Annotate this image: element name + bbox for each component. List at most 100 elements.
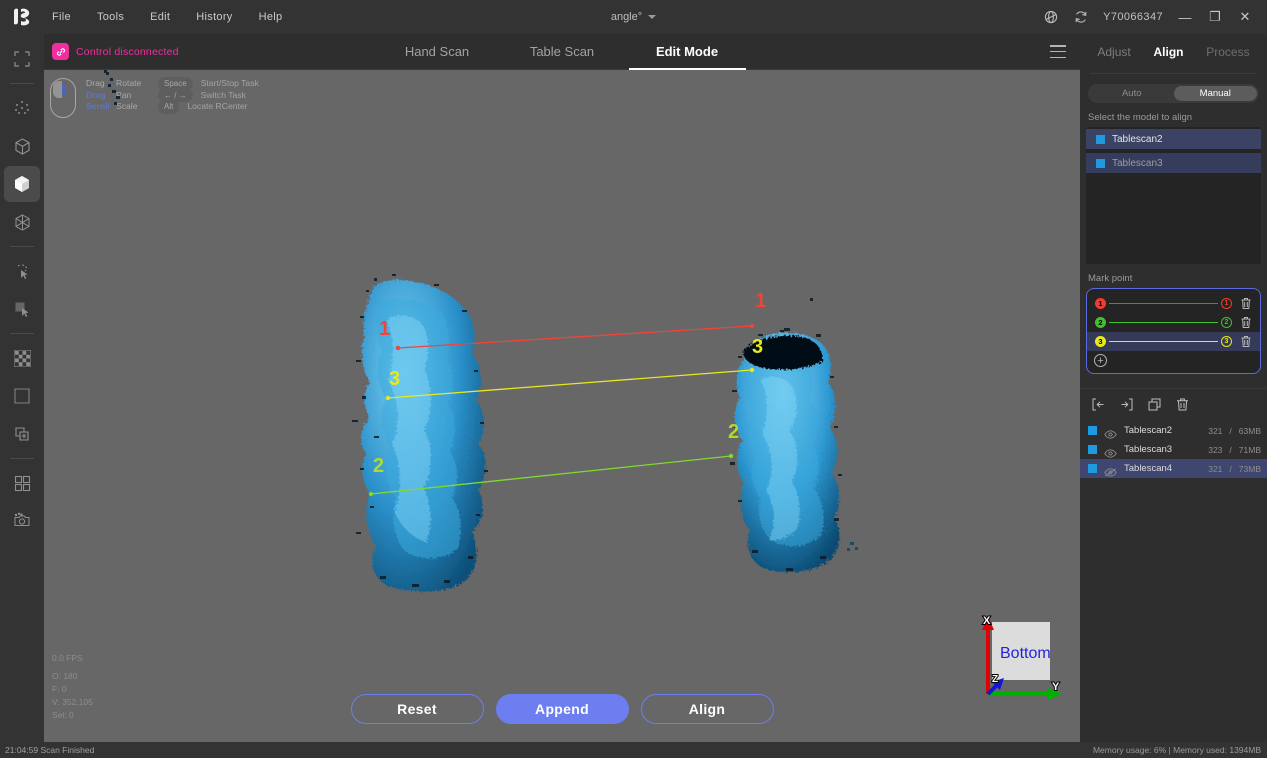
file-name: Tablescan2 — [1124, 425, 1173, 436]
stat-objects: O: 180 — [52, 671, 78, 681]
mark-point-row-1[interactable]: 1 1 — [1087, 294, 1260, 313]
file-row-tablescan4[interactable]: Tablescan4 321 / 73MB — [1080, 459, 1267, 478]
rect-select-icon[interactable] — [4, 291, 40, 327]
mark-point-3-left[interactable] — [385, 395, 391, 401]
scan-floater-specks — [106, 72, 120, 105]
file-count: 321 — [1208, 463, 1223, 474]
mesh-cube-icon[interactable] — [4, 204, 40, 240]
append-button[interactable]: Append — [495, 694, 629, 724]
status-bar: 21:04:59 Scan Finished Memory usage: 6% … — [0, 742, 1267, 758]
bounding-box-icon[interactable] — [4, 378, 40, 414]
axis-gizmo[interactable]: X Y Z Bottom — [964, 608, 1064, 704]
wireframe-cube-icon[interactable] — [4, 128, 40, 164]
color-swatch-icon — [1096, 134, 1105, 144]
reset-button[interactable]: Reset — [350, 694, 484, 724]
main-tabs: Hand Scan Table Scan Edit Mode — [44, 34, 1080, 70]
solid-cube-icon[interactable] — [4, 166, 40, 202]
color-swatch-icon — [1088, 426, 1097, 435]
chevron-down-icon — [648, 15, 657, 19]
mark-label-2-right: 2 — [728, 421, 739, 443]
export-icon[interactable] — [1119, 397, 1134, 412]
file-toolbar — [1080, 389, 1267, 419]
scan-model-render: 1 3 2 1 3 2 — [104, 70, 858, 592]
toolbar-divider — [10, 246, 34, 247]
application-window: File Tools Edit History Help angle° Y700… — [0, 0, 1267, 758]
left-toolbar — [0, 34, 44, 758]
model-name: Tablescan2 — [1112, 133, 1163, 145]
mark-label-1-left: 1 — [379, 318, 390, 340]
model-item-tablescan3[interactable]: Tablescan3 — [1086, 153, 1261, 173]
tab-table-scan[interactable]: Table Scan — [500, 34, 625, 70]
tab-process[interactable]: Process — [1206, 45, 1249, 59]
mark-point-1-left[interactable] — [395, 345, 401, 351]
mark-point-3-right[interactable] — [749, 367, 755, 373]
import-icon[interactable] — [1091, 397, 1106, 412]
grid-view-icon[interactable] — [4, 465, 40, 501]
gizmo-face-label: Bottom — [1000, 645, 1051, 662]
color-swatch-icon — [1088, 445, 1097, 454]
panel-divider — [1090, 73, 1257, 74]
trash-icon[interactable] — [1240, 335, 1252, 348]
eye-icon[interactable] — [1104, 426, 1117, 439]
capture-icon[interactable] — [4, 503, 40, 539]
tab-edit-mode[interactable]: Edit Mode — [625, 34, 750, 70]
mark-point-1-right[interactable] — [749, 323, 755, 329]
tab-adjust[interactable]: Adjust — [1097, 45, 1130, 59]
mark-label-1-right: 1 — [755, 290, 766, 312]
eye-off-icon[interactable] — [1104, 464, 1117, 477]
mark-point-2-left[interactable] — [368, 491, 374, 497]
file-row-tablescan3[interactable]: Tablescan3 323 / 71MB — [1080, 440, 1267, 459]
mark-label-3-left: 3 — [389, 368, 400, 390]
trash-icon[interactable] — [1240, 297, 1252, 310]
mark-point-row-2[interactable]: 2 2 — [1087, 313, 1260, 332]
frame-select-icon[interactable] — [4, 41, 40, 77]
unit-selector-value: angle° — [610, 11, 643, 23]
point-cloud-icon[interactable] — [4, 90, 40, 126]
menu-item-edit[interactable]: Edit — [146, 8, 174, 26]
unit-selector[interactable]: angle° — [610, 11, 657, 23]
align-button[interactable]: Align — [640, 694, 774, 724]
gizmo-y-label: Y — [1052, 681, 1060, 693]
file-row-tablescan2[interactable]: Tablescan2 321 / 63MB — [1080, 421, 1267, 440]
duplicate-icon[interactable] — [1147, 397, 1162, 412]
mode-auto[interactable]: Auto — [1090, 86, 1174, 101]
refresh-icon[interactable] — [1073, 9, 1089, 25]
menu-item-file[interactable]: File — [48, 8, 75, 26]
eye-icon[interactable] — [1104, 445, 1117, 458]
mark-point-list: 1 1 2 2 3 3 + — [1086, 288, 1261, 374]
mode-manual[interactable]: Manual — [1173, 86, 1257, 101]
delete-icon[interactable] — [1175, 397, 1190, 412]
mark-point-row-3[interactable]: 3 3 — [1087, 332, 1260, 351]
file-list: Tablescan2 321 / 63MB Tablescan3 323 / 7… — [1080, 421, 1267, 478]
checkerboard-icon[interactable] — [4, 340, 40, 376]
add-box-icon[interactable] — [4, 416, 40, 452]
model-item-tablescan2[interactable]: Tablescan2 — [1086, 129, 1261, 149]
mark-dot-outline-icon: 1 — [1221, 298, 1232, 309]
menu-item-tools[interactable]: Tools — [93, 8, 128, 26]
close-button[interactable]: ✕ — [1237, 9, 1253, 25]
toolbar-divider — [10, 83, 34, 84]
device-serial: Y70066347 — [1103, 11, 1163, 23]
minimize-button[interactable]: — — [1177, 9, 1193, 25]
mark-dot-filled-icon: 2 — [1095, 317, 1106, 328]
menu-item-history[interactable]: History — [192, 8, 236, 26]
mark-connector — [1109, 340, 1218, 343]
hamburger-icon[interactable] — [1050, 45, 1066, 58]
maximize-button[interactable]: ❐ — [1207, 9, 1223, 25]
mark-point-2-right[interactable] — [728, 453, 734, 459]
file-name: Tablescan4 — [1124, 463, 1173, 474]
trash-icon[interactable] — [1240, 316, 1252, 329]
viewport-3d[interactable]: Drag Rotate Space Start/Stop Task Drag P… — [44, 70, 1080, 742]
lasso-select-icon[interactable] — [4, 253, 40, 289]
scan-stray-specks — [847, 542, 858, 551]
globe-icon[interactable] — [1043, 9, 1059, 25]
model-list: Tablescan2 Tablescan3 — [1086, 127, 1261, 264]
menu-item-help[interactable]: Help — [255, 8, 287, 26]
plus-circle-icon[interactable]: + — [1094, 354, 1107, 367]
add-mark-point-row: + — [1087, 351, 1260, 367]
mark-label-3-right: 3 — [752, 336, 763, 358]
tab-align[interactable]: Align — [1153, 45, 1183, 59]
color-swatch-icon — [1096, 158, 1105, 168]
model-name: Tablescan3 — [1112, 157, 1163, 169]
tab-hand-scan[interactable]: Hand Scan — [375, 34, 500, 70]
